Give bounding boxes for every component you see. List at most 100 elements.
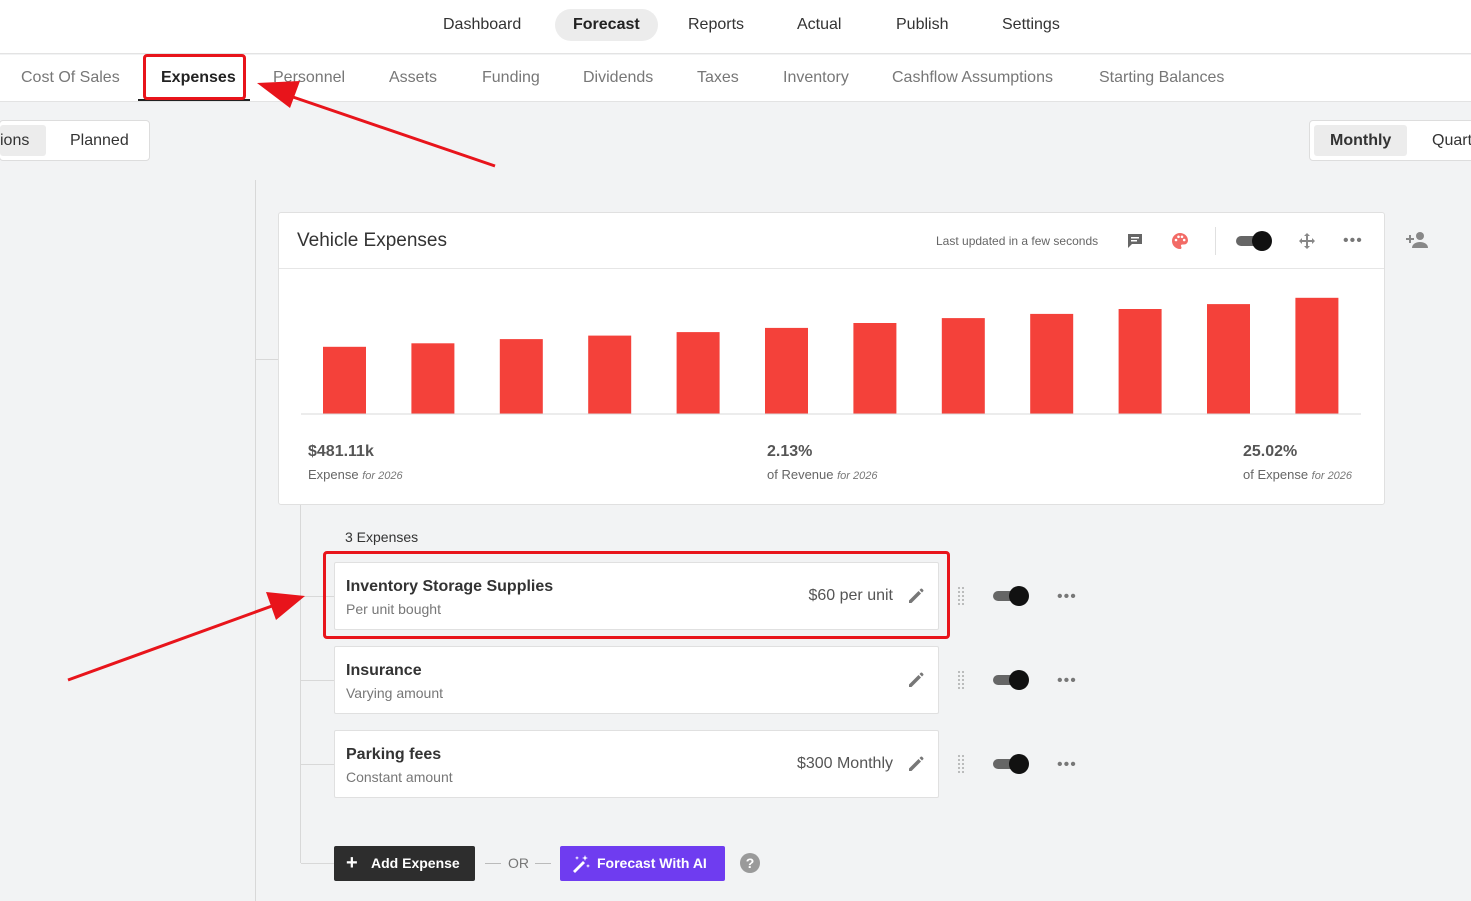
tree-line-children bbox=[300, 505, 301, 863]
tab-taxes[interactable]: Taxes bbox=[697, 69, 739, 87]
chart-bar bbox=[499, 339, 543, 414]
nav-dashboard[interactable]: Dashboard bbox=[425, 9, 539, 41]
expense-row[interactable]: Parking fees Constant amount $300 Monthl… bbox=[334, 730, 939, 798]
drag-handle-icon[interactable] bbox=[957, 670, 965, 690]
expense-enabled-toggle[interactable] bbox=[993, 586, 1029, 606]
chart-bar bbox=[1118, 309, 1162, 414]
tree-connector bbox=[301, 596, 334, 597]
tree-connector bbox=[301, 863, 334, 864]
tree-connector bbox=[301, 764, 334, 765]
expense-name: Insurance bbox=[346, 662, 422, 679]
add-person-icon[interactable] bbox=[1405, 230, 1429, 250]
expense-type: Constant amount bbox=[346, 769, 453, 785]
plus-icon: + bbox=[346, 852, 358, 874]
chart-bar bbox=[765, 327, 808, 414]
expense-row[interactable]: Insurance Varying amount bbox=[334, 646, 939, 714]
chart-bar bbox=[588, 335, 632, 414]
nav-settings[interactable]: Settings bbox=[984, 9, 1078, 41]
arrow-line bbox=[67, 604, 273, 682]
chart-bar bbox=[676, 332, 720, 414]
edit-icon[interactable] bbox=[907, 587, 925, 605]
tab-funding[interactable]: Funding bbox=[482, 69, 540, 87]
active-tab-underline bbox=[138, 99, 250, 101]
drag-handle-icon[interactable] bbox=[957, 754, 965, 774]
stat-revenue-share-value: 2.13% bbox=[767, 443, 813, 460]
nav-publish[interactable]: Publish bbox=[878, 9, 966, 41]
arrow-line bbox=[289, 94, 496, 168]
nav-actual[interactable]: Actual bbox=[779, 9, 859, 41]
tree-connector bbox=[301, 680, 334, 681]
chart-bar bbox=[853, 323, 897, 414]
chart-bar bbox=[1030, 313, 1074, 414]
tab-assets[interactable]: Assets bbox=[389, 69, 437, 87]
tree-line bbox=[255, 180, 256, 901]
stat-expense-share-label: of Expense bbox=[1243, 467, 1309, 482]
stat-expense-label: Expense bbox=[308, 467, 359, 482]
view-toggle-planned[interactable]: Planned bbox=[70, 125, 129, 156]
period-toggle: Monthly Quart bbox=[1309, 120, 1471, 161]
add-expense-label: Add Expense bbox=[371, 855, 460, 871]
or-text: OR bbox=[508, 855, 529, 871]
expense-name: Parking fees bbox=[346, 746, 442, 763]
expense-enabled-toggle[interactable] bbox=[993, 754, 1029, 774]
tab-personnel[interactable]: Personnel bbox=[273, 69, 345, 87]
view-toggle: ions Planned bbox=[0, 120, 150, 161]
expense-amount: $60 per unit bbox=[808, 587, 893, 604]
more-options-icon[interactable]: ••• bbox=[1057, 673, 1077, 689]
stat-revenue-share-label: of Revenue bbox=[767, 467, 834, 482]
card-header: Vehicle Expenses Last updated in a few s… bbox=[279, 213, 1384, 269]
period-quarterly[interactable]: Quart bbox=[1416, 125, 1471, 156]
stat-expense-period: for 2026 bbox=[362, 470, 403, 482]
stat-revenue-share-period: for 2026 bbox=[837, 470, 878, 482]
group-enabled-toggle[interactable] bbox=[1236, 231, 1272, 251]
edit-icon[interactable] bbox=[907, 755, 925, 773]
card-title: Vehicle Expenses bbox=[297, 230, 447, 251]
expense-type: Per unit bought bbox=[346, 601, 441, 617]
more-options-icon[interactable]: ••• bbox=[1057, 757, 1077, 773]
magic-wand-icon bbox=[573, 855, 590, 873]
tab-dividends[interactable]: Dividends bbox=[583, 69, 653, 87]
drag-handle-icon[interactable] bbox=[957, 586, 965, 606]
or-divider bbox=[485, 863, 501, 864]
or-divider bbox=[535, 863, 551, 864]
palette-icon[interactable] bbox=[1171, 232, 1189, 250]
add-expense-button[interactable]: + Add Expense bbox=[334, 846, 475, 881]
nav-forecast[interactable]: Forecast bbox=[555, 9, 658, 41]
chart-bar bbox=[1295, 297, 1339, 414]
stat-expense-share-period: for 2026 bbox=[1311, 470, 1353, 482]
tab-cashflow-assumptions[interactable]: Cashflow Assumptions bbox=[892, 69, 1053, 87]
more-options-icon[interactable]: ••• bbox=[1343, 233, 1363, 249]
more-options-icon[interactable]: ••• bbox=[1057, 589, 1077, 605]
tab-cost-of-sales[interactable]: Cost Of Sales bbox=[21, 69, 120, 87]
stat-expense-share-value: 25.02% bbox=[1243, 443, 1298, 460]
tab-inventory[interactable]: Inventory bbox=[783, 69, 849, 87]
expense-amount: $300 Monthly bbox=[796, 755, 893, 772]
view-toggle-left[interactable]: ions bbox=[0, 125, 46, 156]
expense-group-card: Vehicle Expenses Last updated in a few s… bbox=[278, 212, 1385, 505]
tab-expenses[interactable]: Expenses bbox=[161, 69, 236, 87]
edit-icon[interactable] bbox=[907, 671, 925, 689]
expense-bar-chart bbox=[301, 297, 1361, 415]
header-divider bbox=[1215, 227, 1216, 255]
chart-bar bbox=[411, 343, 455, 414]
tree-connector bbox=[256, 359, 278, 360]
stat-expense-value: $481.11k bbox=[308, 443, 374, 460]
expense-row[interactable]: Inventory Storage Supplies Per unit boug… bbox=[334, 562, 939, 630]
tab-starting-balances[interactable]: Starting Balances bbox=[1099, 69, 1224, 87]
comment-icon[interactable] bbox=[1126, 232, 1144, 250]
chart-bar bbox=[323, 346, 366, 414]
expense-enabled-toggle[interactable] bbox=[993, 670, 1029, 690]
expense-type: Varying amount bbox=[346, 685, 444, 701]
chart-bar bbox=[1207, 304, 1250, 414]
expense-name: Inventory Storage Supplies bbox=[346, 578, 554, 595]
move-icon[interactable] bbox=[1298, 232, 1316, 250]
period-monthly[interactable]: Monthly bbox=[1314, 125, 1408, 156]
last-updated-text: Last updated in a few seconds bbox=[936, 234, 1099, 248]
forecast-with-ai-label: Forecast With AI bbox=[597, 855, 707, 871]
help-icon[interactable]: ? bbox=[740, 853, 760, 873]
expenses-count: 3 Expenses bbox=[345, 529, 419, 545]
stat-revenue-share: 2.13% of Revenue for 2026 bbox=[767, 443, 878, 482]
stat-expense: $481.11k Expense for 2026 bbox=[308, 443, 403, 482]
nav-reports[interactable]: Reports bbox=[670, 9, 762, 41]
forecast-with-ai-button[interactable]: Forecast With AI bbox=[560, 846, 725, 881]
